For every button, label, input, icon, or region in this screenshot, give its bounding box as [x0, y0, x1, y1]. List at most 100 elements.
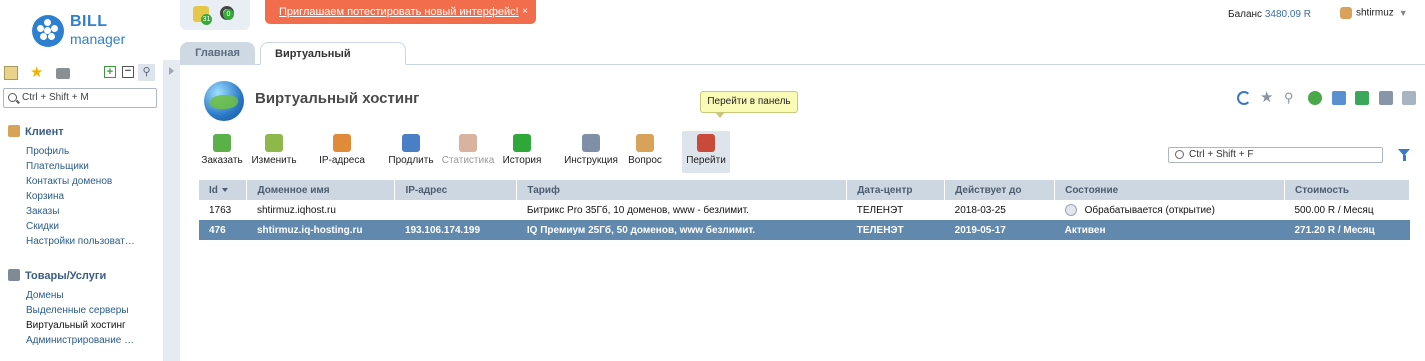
messages-icon[interactable]: 31: [193, 6, 212, 25]
sidebar-item-administration[interactable]: Администрирование …: [26, 333, 134, 348]
logo-text-manager: manager: [70, 31, 126, 47]
cell-status: Активен: [1054, 220, 1285, 240]
page-title: Виртуальный хостинг: [255, 90, 420, 107]
column-header-ip[interactable]: IP-адрес: [394, 180, 518, 200]
balance-label: Баланс: [1228, 9, 1263, 20]
column-header-cost[interactable]: Стоимость: [1284, 180, 1411, 200]
cart-icon: [8, 269, 20, 281]
sidebar-splitter[interactable]: [163, 60, 180, 361]
logo-text-bill: BILL: [70, 13, 108, 30]
toolbar-goto-button[interactable]: Перейти: [682, 131, 730, 173]
sidebar-search-input[interactable]: Ctrl + Shift + M: [3, 88, 157, 108]
column-header-tariff[interactable]: Тариф: [516, 180, 848, 200]
collapse-arrow-icon[interactable]: [169, 67, 174, 75]
filter-search-input[interactable]: Ctrl + Shift + F: [1168, 147, 1383, 163]
sidebar: ★ + − ⚲ Ctrl + Shift + M Клиент Профиль …: [0, 60, 163, 361]
balance-display: Баланс 3480.09 R: [1228, 9, 1311, 20]
sidebar-item-profile[interactable]: Профиль: [26, 144, 135, 159]
filter-search-placeholder: Ctrl + Shift + F: [1189, 149, 1254, 160]
user-menu[interactable]: shtirmuz ▼: [1340, 7, 1408, 19]
globe-icon: [204, 81, 244, 121]
search-icon: [8, 93, 17, 102]
favorites-star-icon[interactable]: ★: [30, 65, 44, 80]
filter-icon[interactable]: [1398, 149, 1410, 161]
column-header-domain[interactable]: Доменное имя: [246, 180, 396, 200]
toolbar-manual-button[interactable]: Инструкция: [562, 131, 620, 173]
column-header-datacenter[interactable]: Дата-центр: [846, 180, 946, 200]
support-count-badge: 0: [223, 9, 234, 20]
sidebar-item-user-settings[interactable]: Настройки пользоват…: [26, 234, 135, 249]
briefcase-icon[interactable]: [56, 68, 70, 79]
top-header: BILL manager 31 0 Приглашаем потестирова…: [0, 0, 1425, 47]
toolbar-order-button[interactable]: Заказать: [200, 131, 244, 173]
cell-domain: shtirmuz.iqhost.ru: [246, 200, 395, 220]
cell-id: 476: [199, 220, 247, 240]
star-icon[interactable]: ★: [1260, 90, 1274, 105]
ip-icon: [333, 134, 351, 152]
toolbar-ip-button[interactable]: IP-адреса: [316, 131, 368, 173]
column-header-id[interactable]: Id: [199, 180, 248, 200]
sidebar-item-orders[interactable]: Заказы: [26, 204, 135, 219]
settings-table-icon[interactable]: [1402, 91, 1416, 105]
sidebar-group-client: Клиент Профиль Плательщики Контакты доме…: [8, 123, 135, 249]
processing-icon: [1064, 204, 1077, 216]
edit-icon: [265, 134, 283, 152]
cell-tariff: Битрикс Pro 35Гб, 10 доменов, www - безл…: [516, 200, 847, 220]
order-icon: [213, 134, 231, 152]
toolbar-history-button[interactable]: История: [502, 131, 542, 173]
sidebar-item-discounts[interactable]: Скидки: [26, 219, 135, 234]
billmanager-logo[interactable]: BILL manager: [32, 13, 132, 49]
logo-mark-icon: [32, 15, 64, 47]
tab-virtual-hosting[interactable]: Виртуальный хостинг×: [260, 42, 406, 82]
pin-icon[interactable]: ⚲: [1284, 91, 1298, 105]
tree-view-icon[interactable]: [4, 66, 18, 80]
promo-link[interactable]: Приглашаем потестировать новый интерфейс…: [279, 6, 519, 18]
sidebar-item-payers[interactable]: Плательщики: [26, 159, 135, 174]
sidebar-toolbar: ★ + − ⚲: [4, 64, 159, 84]
tab-bar: Главная Виртуальный хостинг×: [165, 40, 1425, 82]
promo-banner: Приглашаем потестировать новый интерфейс…: [265, 0, 536, 24]
sidebar-item-domain-contacts[interactable]: Контакты доменов: [26, 174, 135, 189]
stats-icon: [459, 134, 477, 152]
sort-desc-icon: [221, 187, 228, 192]
cell-status: Обрабатывается (открытие): [1054, 200, 1285, 220]
export-icon[interactable]: [1308, 91, 1322, 105]
sidebar-group-title[interactable]: Клиент: [8, 123, 135, 141]
status-notifications: 31 0: [180, 0, 250, 30]
table-header-row: Id Доменное имя IP-адрес Тариф Дата-цент…: [199, 180, 1411, 200]
sidebar-item-virtual-hosting[interactable]: Виртуальный хостинг: [26, 318, 134, 333]
column-header-expires[interactable]: Действует до: [944, 180, 1056, 200]
expand-all-icon[interactable]: +: [104, 66, 116, 78]
search-icon: [1175, 150, 1184, 159]
sidebar-item-cart[interactable]: Корзина: [26, 189, 135, 204]
cell-ip: [394, 200, 517, 220]
refresh-icon[interactable]: [1237, 91, 1251, 105]
column-header-status[interactable]: Состояние: [1054, 180, 1285, 200]
table-row-selected[interactable]: 476 shtirmuz.iq-hosting.ru 193.106.174.1…: [199, 220, 1410, 240]
manual-icon: [582, 134, 600, 152]
cell-expires: 2019-05-17: [944, 220, 1055, 240]
toolbar-edit-button[interactable]: Изменить: [250, 131, 298, 173]
support-headset-icon[interactable]: 0: [220, 6, 234, 20]
cell-cost: 271.20 R / Месяц: [1284, 220, 1410, 240]
cell-domain: shtirmuz.iq-hosting.ru: [246, 220, 395, 240]
sidebar-item-dedicated-servers[interactable]: Выделенные серверы: [26, 303, 134, 318]
toolbar-question-button[interactable]: Вопрос: [625, 131, 665, 173]
sidebar-item-domains[interactable]: Домены: [26, 288, 134, 303]
copy-icon[interactable]: [1332, 91, 1346, 105]
cell-id: 1763: [199, 200, 247, 220]
collapse-all-icon[interactable]: −: [122, 66, 134, 78]
cell-tariff: IQ Премиум 25Гб, 50 доменов, www безлими…: [516, 220, 847, 240]
pin-icon[interactable]: ⚲: [138, 64, 155, 81]
promo-close-icon[interactable]: ×: [522, 0, 528, 24]
tooltip-goto-panel: Перейти в панель: [700, 91, 798, 118]
hosting-table: Id Доменное имя IP-адрес Тариф Дата-цент…: [199, 180, 1411, 240]
sidebar-group-title[interactable]: Товары/Услуги: [8, 267, 134, 285]
excel-icon[interactable]: [1355, 91, 1369, 105]
print-icon[interactable]: [1379, 91, 1393, 105]
chevron-down-icon: ▼: [1398, 7, 1408, 18]
table-row[interactable]: 1763 shtirmuz.iqhost.ru Битрикс Pro 35Гб…: [199, 200, 1410, 220]
toolbar-renew-button[interactable]: Продлить: [386, 131, 436, 173]
tab-home[interactable]: Главная: [180, 42, 255, 65]
balance-amount[interactable]: 3480.09 R: [1265, 9, 1311, 20]
